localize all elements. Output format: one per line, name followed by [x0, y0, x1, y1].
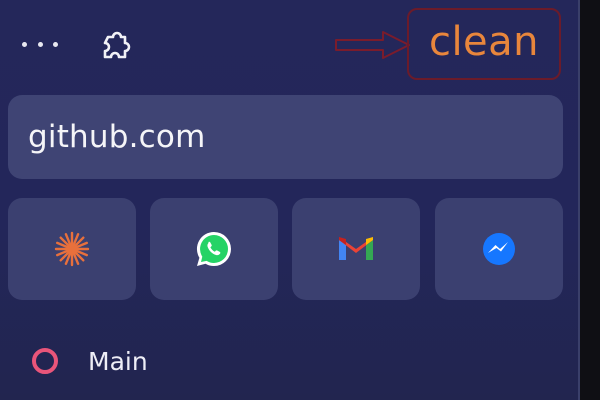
- browser-panel: clean github.com Main: [0, 0, 600, 400]
- quick-link-tile[interactable]: [8, 198, 136, 300]
- address-bar-text: github.com: [28, 119, 206, 155]
- messenger-icon: [483, 233, 515, 265]
- dot: [37, 41, 43, 47]
- quick-link-tile[interactable]: [150, 198, 278, 300]
- window-edge: [580, 0, 600, 400]
- quick-link-tile[interactable]: [435, 198, 563, 300]
- workspace-item-main[interactable]: Main: [32, 343, 148, 379]
- dot: [53, 41, 58, 47]
- quick-link-tile[interactable]: [292, 198, 420, 300]
- whatsapp-icon: [196, 231, 231, 266]
- sunburst-icon: [54, 231, 90, 267]
- annotation-arrow-icon: [335, 31, 410, 59]
- workspace-label: Main: [88, 346, 148, 376]
- workspace-indicator-icon: [32, 348, 58, 374]
- dot: [22, 41, 27, 47]
- puzzle-piece-icon[interactable]: [95, 25, 135, 65]
- annotation-box: clean: [407, 8, 561, 80]
- more-options-icon[interactable]: [22, 36, 58, 52]
- gmail-icon: [339, 237, 373, 260]
- address-bar[interactable]: github.com: [8, 95, 563, 179]
- annotation-label: clean: [428, 19, 540, 65]
